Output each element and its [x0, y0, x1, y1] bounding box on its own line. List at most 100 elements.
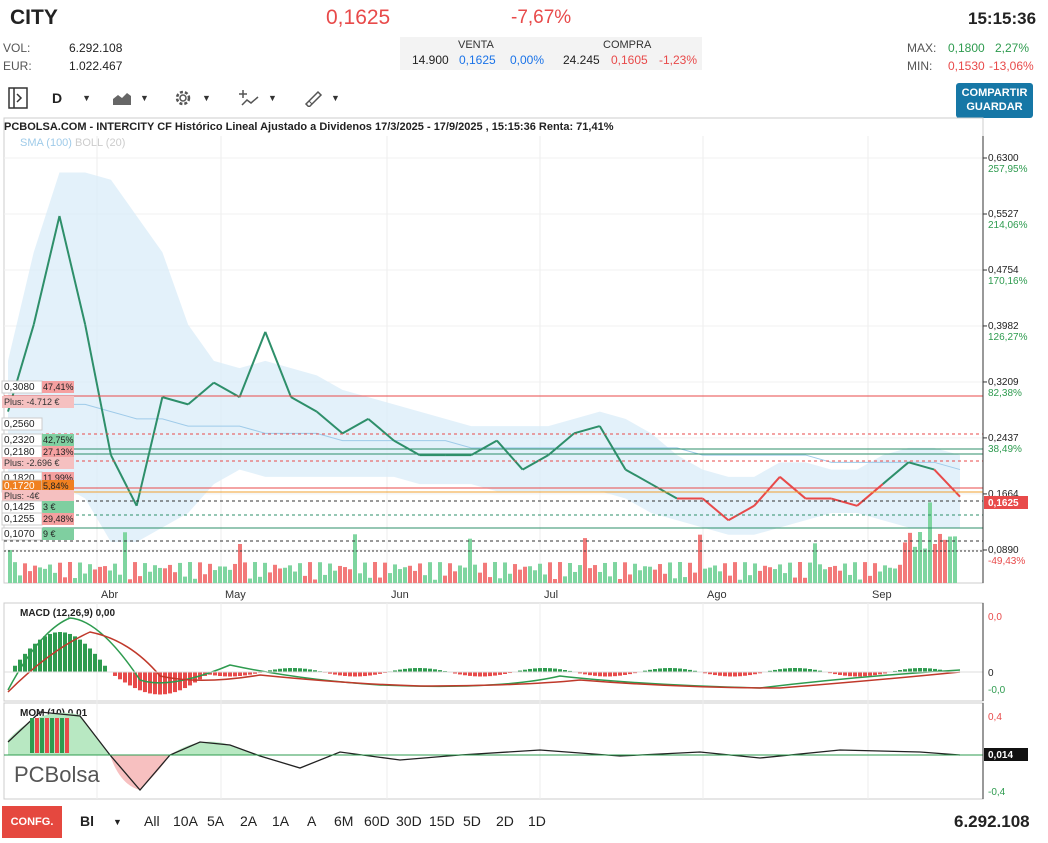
- range-15d[interactable]: 15D: [429, 813, 455, 829]
- macd-histogram-bar: [63, 632, 67, 673]
- range-6m[interactable]: 6M: [334, 813, 353, 829]
- chevron-down-icon[interactable]: ▼: [113, 817, 122, 827]
- range-5d[interactable]: 5D: [463, 813, 481, 829]
- volume-bar: [308, 562, 312, 583]
- range-1d[interactable]: 1D: [528, 813, 546, 829]
- volume-bar: [538, 563, 542, 583]
- macd-histogram-bar: [228, 672, 232, 677]
- volume-bar: [818, 564, 822, 583]
- axis-pct-label: 257,95%: [988, 164, 1028, 175]
- volume-bar: [53, 572, 57, 583]
- volume-bar: [668, 562, 672, 583]
- volume-bar: [163, 568, 167, 583]
- range-a[interactable]: A: [307, 813, 316, 829]
- volume-bar: [88, 564, 92, 583]
- mom-bar: [40, 718, 44, 753]
- range-1a[interactable]: 1A: [272, 813, 289, 829]
- volume-bar: [478, 572, 482, 583]
- mom-negative-area: [110, 755, 170, 790]
- volume-bar: [413, 570, 417, 583]
- macd-histogram-bar: [343, 672, 347, 676]
- volume-bar: [643, 566, 647, 583]
- volume-bar: [728, 575, 732, 583]
- macd-histogram-bar: [468, 672, 472, 676]
- volume-bar: [83, 573, 87, 583]
- config-button[interactable]: CONFG.: [2, 806, 62, 838]
- volume-bar: [653, 569, 657, 583]
- macd-histogram-bar: [243, 672, 247, 676]
- volume-bar: [508, 573, 512, 583]
- total-volume: 6.292.108: [954, 812, 1030, 831]
- volume-bar: [768, 567, 772, 583]
- volume-bar: [283, 567, 287, 583]
- volume-bar: [583, 538, 587, 583]
- volume-bar: [483, 562, 487, 583]
- volume-bar: [598, 571, 602, 583]
- pct-tag-text: 9 €: [43, 529, 56, 539]
- mom-bar: [65, 718, 69, 753]
- macd-histogram-bar: [88, 648, 92, 673]
- macd-histogram-bar: [718, 672, 722, 676]
- volume-bar: [773, 569, 777, 583]
- volume-bar: [488, 577, 492, 583]
- range-10a[interactable]: 10A: [173, 813, 198, 829]
- volume-bar: [918, 532, 922, 583]
- volume-bar: [813, 543, 817, 583]
- range-60d[interactable]: 60D: [364, 813, 390, 829]
- macd-histogram-bar: [473, 672, 477, 677]
- macd-histogram-bar: [213, 672, 217, 676]
- month-label: Ago: [707, 589, 727, 601]
- volume-bar: [513, 564, 517, 583]
- range-2a[interactable]: 2A: [240, 813, 257, 829]
- volume-bar: [833, 565, 837, 583]
- volume-bar: [323, 574, 327, 583]
- volume-bar: [503, 562, 507, 583]
- volume-bar: [638, 570, 642, 583]
- volume-bar: [603, 562, 607, 583]
- volume-bar: [628, 574, 632, 583]
- range-5a[interactable]: 5A: [207, 813, 224, 829]
- volume-bar: [318, 562, 322, 583]
- macd-histogram-bar: [338, 672, 342, 676]
- volume-bar: [753, 563, 757, 583]
- macd-histogram-bar: [83, 643, 87, 673]
- macd-histogram-bar: [608, 672, 612, 677]
- macd-histogram-bar: [68, 633, 72, 673]
- range-2d[interactable]: 2D: [496, 813, 514, 829]
- volume-bar: [563, 576, 567, 583]
- volume-bar: [198, 562, 202, 583]
- macd-histogram-bar: [98, 659, 102, 673]
- macd-histogram-bar: [488, 672, 492, 677]
- pct-tag-text: 47,41%: [43, 382, 74, 392]
- volume-bar: [223, 566, 227, 583]
- volume-bar: [953, 536, 957, 583]
- axis-price-label: 0,3209: [988, 377, 1019, 388]
- price-tag-text: 0,1070: [4, 529, 35, 540]
- volume-bar: [33, 565, 37, 583]
- volume-bar: [748, 575, 752, 583]
- volume-bar: [168, 564, 172, 583]
- price-chart[interactable]: Abr May Jun Jul Ago Sep 0,3080 47,41% Plus: -4.7…: [0, 0, 1048, 804]
- volume-bar: [423, 575, 427, 583]
- volume-bar: [843, 563, 847, 583]
- volume-bar: [568, 562, 572, 583]
- volume-bar: [273, 564, 277, 583]
- volume-bar: [358, 573, 362, 583]
- macd-histogram-bar: [93, 653, 97, 673]
- price-tag-text: 0,2560: [4, 419, 35, 430]
- chart-type-select[interactable]: Bl: [80, 813, 94, 829]
- volume-bar: [578, 565, 582, 583]
- volume-bar: [913, 546, 917, 583]
- volume-bar: [498, 578, 502, 583]
- range-all[interactable]: All: [144, 813, 160, 829]
- macd-histogram-bar: [743, 672, 747, 676]
- volume-bar: [388, 573, 392, 583]
- mom-bar: [35, 718, 39, 753]
- range-30d[interactable]: 30D: [396, 813, 422, 829]
- axis-price-label: 0,4754: [988, 265, 1019, 276]
- volume-bar: [808, 562, 812, 583]
- volume-bar: [683, 577, 687, 583]
- axis-price-label: 0,2437: [988, 433, 1019, 444]
- volume-bar: [73, 578, 77, 583]
- volume-bar: [863, 562, 867, 583]
